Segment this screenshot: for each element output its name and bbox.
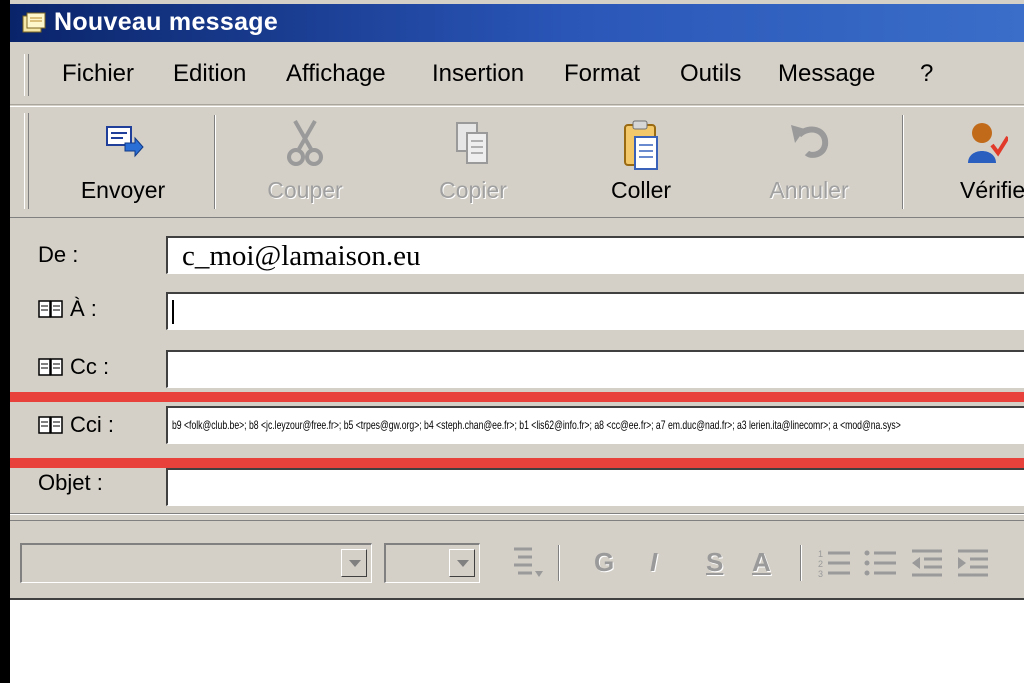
- cc-label-text: Cc :: [70, 354, 110, 379]
- to-label[interactable]: À :: [38, 296, 97, 322]
- toolbar-separator: [902, 115, 904, 209]
- address-book-icon[interactable]: [38, 299, 64, 319]
- bullet-list-icon[interactable]: [864, 547, 898, 577]
- cut-label: Couper: [267, 177, 343, 203]
- toolbar-separator: [214, 115, 216, 209]
- font-size-select[interactable]: [384, 543, 480, 583]
- subject-label: Objet :: [38, 470, 103, 496]
- paragraph-style-icon[interactable]: [510, 543, 544, 579]
- address-book-icon[interactable]: [38, 415, 64, 435]
- menu-bar: Fichier Edition Affichage Insertion Form…: [10, 46, 1024, 105]
- cut-button[interactable]: Couper: [250, 107, 360, 215]
- from-label: De :: [38, 242, 78, 268]
- address-book-icon[interactable]: [38, 357, 64, 377]
- format-separator: [558, 545, 560, 581]
- menu-insertion[interactable]: Insertion: [432, 60, 524, 88]
- undo-icon: [791, 125, 829, 158]
- underline-button[interactable]: S: [706, 547, 723, 578]
- copy-icon: [456, 122, 488, 164]
- svg-text:1: 1: [818, 549, 823, 559]
- subject-label-text: Objet :: [38, 470, 103, 495]
- check-names-icon: [968, 123, 1008, 163]
- bcc-label-text: Cci :: [70, 412, 114, 437]
- chevron-down-icon[interactable]: [341, 549, 367, 577]
- bold-button[interactable]: G: [594, 547, 614, 578]
- increase-indent-icon[interactable]: [956, 547, 990, 577]
- send-label: Envoyer: [80, 177, 166, 203]
- numbered-list-icon[interactable]: 1 2 3: [818, 547, 852, 577]
- highlight-line-top: [10, 392, 1024, 402]
- menu-edition[interactable]: Edition: [173, 60, 246, 88]
- menu-help[interactable]: ?: [920, 60, 933, 88]
- to-label-text: À :: [70, 296, 97, 321]
- menu-format[interactable]: Format: [564, 60, 640, 88]
- paste-icon: [624, 120, 658, 170]
- paste-button[interactable]: Coller: [586, 107, 696, 215]
- text-cursor: [172, 300, 174, 324]
- from-label-text: De :: [38, 242, 79, 267]
- subject-field[interactable]: [166, 468, 1024, 506]
- header-divider: [10, 513, 1024, 515]
- menu-affichage[interactable]: Affichage: [286, 60, 386, 88]
- toolbar-grip[interactable]: [24, 113, 29, 209]
- menu-outils[interactable]: Outils: [680, 60, 741, 88]
- scissors-icon: [287, 120, 323, 166]
- highlight-line-bottom: [10, 458, 1024, 468]
- title-bar[interactable]: Nouveau message: [10, 4, 1024, 42]
- format-toolbar: G I S A 1 2 3: [10, 520, 1024, 599]
- undo-label: Annuler: [769, 177, 849, 203]
- undo-button[interactable]: Annuler: [754, 107, 864, 215]
- copy-button[interactable]: Copier: [418, 107, 528, 215]
- bcc-field[interactable]: b9 <folk@club.be>; b8 <jc.leyzour@free.f…: [166, 406, 1024, 444]
- bcc-label[interactable]: Cci :: [38, 412, 114, 438]
- bcc-value: b9 <folk@club.be>; b8 <jc.leyzour@free.f…: [172, 418, 901, 432]
- menu-grip[interactable]: [24, 54, 29, 96]
- toolbar: Envoyer Couper Copier Coller Annuler Vér…: [10, 106, 1024, 218]
- to-field[interactable]: [166, 292, 1024, 330]
- svg-text:3: 3: [818, 569, 823, 577]
- decrease-indent-icon[interactable]: [910, 547, 944, 577]
- compose-window: Nouveau message Fichier Edition Affichag…: [10, 0, 1024, 683]
- send-button[interactable]: Envoyer: [68, 107, 178, 215]
- check-names-label: Vérifie: [960, 177, 1024, 203]
- chevron-down-icon[interactable]: [449, 549, 475, 577]
- from-value: c_moi@lamaison.eu: [182, 240, 421, 272]
- send-icon: [106, 126, 144, 158]
- italic-button[interactable]: I: [650, 547, 657, 578]
- menu-message[interactable]: Message: [778, 60, 875, 88]
- cc-label[interactable]: Cc :: [38, 354, 109, 380]
- cc-field[interactable]: [166, 350, 1024, 388]
- copy-label: Copier: [439, 177, 507, 203]
- message-body[interactable]: [10, 598, 1024, 683]
- format-separator: [800, 545, 802, 581]
- font-color-button[interactable]: A: [752, 547, 771, 578]
- window-title: Nouveau message: [54, 8, 279, 36]
- from-field[interactable]: c_moi@lamaison.eu: [166, 236, 1024, 274]
- svg-text:2: 2: [818, 559, 823, 569]
- check-names-button[interactable]: Vérifie: [930, 107, 1024, 215]
- menu-fichier[interactable]: Fichier: [62, 60, 134, 88]
- paste-label: Coller: [610, 177, 672, 203]
- font-select[interactable]: [20, 543, 372, 583]
- message-icon: [22, 12, 46, 33]
